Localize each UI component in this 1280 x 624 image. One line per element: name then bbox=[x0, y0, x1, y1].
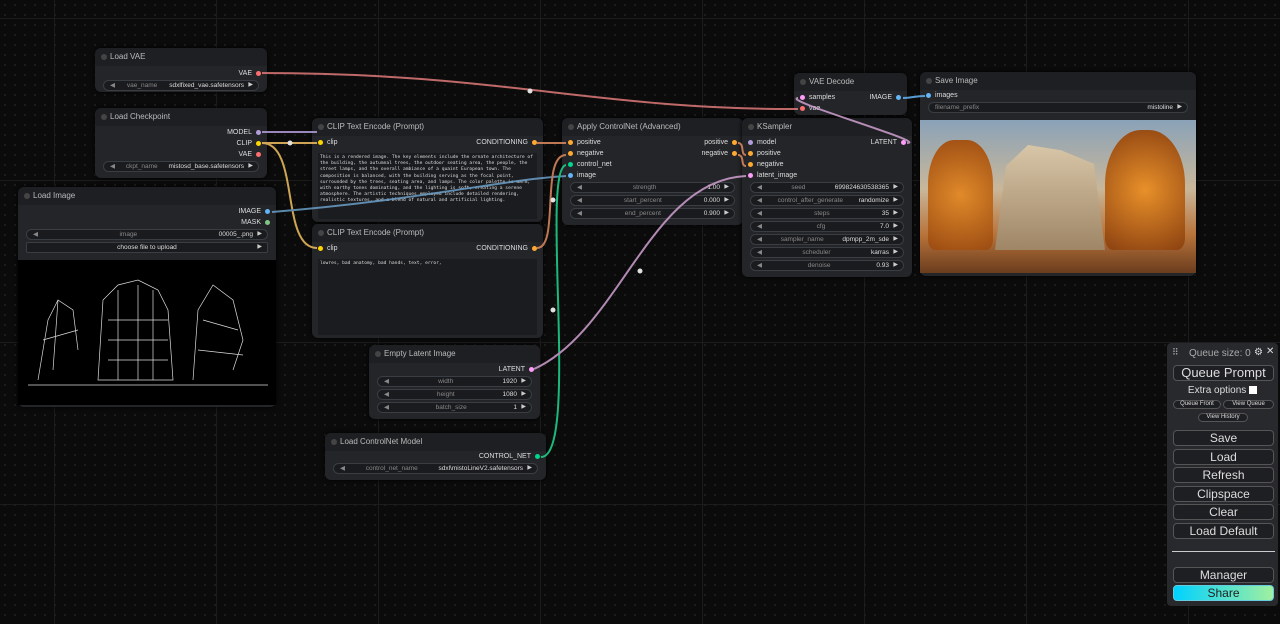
node-title: CLIP Text Encode (Prompt) bbox=[312, 118, 543, 136]
height-widget[interactable]: ◀ height 1080 bbox=[377, 389, 532, 400]
node-save-image[interactable]: Save Image images filename_prefix mistoli… bbox=[920, 72, 1196, 276]
node-title: Load VAE bbox=[95, 48, 267, 66]
node-empty-latent-image[interactable]: Empty Latent Image LATENT ◀ width1920 ◀ … bbox=[369, 345, 540, 419]
input-negative[interactable]: negative bbox=[748, 161, 783, 168]
output-conditioning[interactable]: CONDITIONING bbox=[476, 139, 537, 146]
save-button[interactable]: Save bbox=[1173, 430, 1274, 446]
width-widget[interactable]: ◀ width 1920 bbox=[377, 376, 532, 387]
negative-prompt-textarea[interactable]: lowres, bad anatomy, bad hands, text, er… bbox=[318, 259, 537, 335]
output-image[interactable]: IMAGE bbox=[869, 94, 901, 101]
end-percent-widget[interactable]: ◀ end_percent 0.900 bbox=[570, 208, 735, 219]
strength-widget[interactable]: ◀ strength 1.00 bbox=[570, 182, 735, 193]
input-vae[interactable]: vae bbox=[800, 105, 820, 112]
input-control-net[interactable]: control_net bbox=[568, 161, 612, 168]
extra-options-checkbox[interactable] bbox=[1249, 386, 1258, 395]
input-negative[interactable]: negative bbox=[568, 150, 603, 157]
extra-options: Extra options bbox=[1167, 385, 1278, 396]
output-vae[interactable]: VAE bbox=[239, 70, 261, 77]
image-widget[interactable]: ◀ image 00005_.png bbox=[26, 229, 268, 240]
output-clip[interactable]: CLIP bbox=[236, 140, 261, 147]
view-queue-button[interactable]: View Queue bbox=[1223, 400, 1274, 409]
wire-vae bbox=[261, 72, 799, 111]
output-conditioning[interactable]: CONDITIONING bbox=[476, 245, 537, 252]
node-load-vae[interactable]: Load VAE VAE ◀ vae_name sdxlfixed_vae.saf… bbox=[95, 48, 267, 92]
cfg-widget[interactable]: ◀ cfg 7.0 bbox=[750, 221, 904, 232]
load-default-button[interactable]: Load Default bbox=[1173, 523, 1274, 539]
output-negative[interactable]: negative bbox=[702, 150, 737, 157]
lineart-preview bbox=[18, 260, 276, 405]
input-clip[interactable]: clip bbox=[318, 139, 338, 146]
node-apply-controlnet[interactable]: Apply ControlNet (Advanced) positive neg… bbox=[562, 118, 743, 225]
output-image[interactable]: IMAGE bbox=[238, 208, 270, 215]
node-load-image[interactable]: Load Image IMAGE MASK ◀ image 00005_.png … bbox=[18, 187, 276, 407]
node-title: KSampler bbox=[742, 118, 912, 136]
node-title: Load ControlNet Model bbox=[325, 433, 546, 451]
divider bbox=[1172, 551, 1275, 552]
output-vae[interactable]: VAE bbox=[239, 151, 261, 158]
start-percent-widget[interactable]: ◀ start_percent 0.000 bbox=[570, 195, 735, 206]
extra-options-label: Extra options bbox=[1187, 385, 1247, 396]
queue-front-button[interactable]: Queue Front bbox=[1173, 400, 1221, 409]
input-positive[interactable]: positive bbox=[568, 139, 601, 146]
node-clip-text-encode-positive[interactable]: CLIP Text Encode (Prompt) clip CONDITION… bbox=[312, 118, 543, 222]
clear-button[interactable]: Clear bbox=[1173, 504, 1274, 520]
denoise-widget[interactable]: ◀ denoise 0.93 bbox=[750, 260, 904, 271]
share-button[interactable]: Share bbox=[1173, 585, 1274, 601]
seed-widget[interactable]: ◀ seed 699824630538365 bbox=[750, 182, 904, 193]
queue-menu-panel: ⠿ Queue size: 0 ⚙ ✕ Queue Prompt Extra o… bbox=[1167, 343, 1278, 606]
node-title: Save Image bbox=[920, 72, 1196, 90]
upload-button[interactable]: choose file to upload bbox=[26, 242, 268, 253]
input-images[interactable]: images bbox=[926, 92, 958, 99]
node-title: Apply ControlNet (Advanced) bbox=[562, 118, 743, 136]
node-ksampler[interactable]: KSampler model positive negative latent_… bbox=[742, 118, 912, 277]
input-clip[interactable]: clip bbox=[318, 245, 338, 252]
steps-widget[interactable]: ◀ steps 35 bbox=[750, 208, 904, 219]
input-positive[interactable]: positive bbox=[748, 150, 781, 157]
output-control-net[interactable]: CONTROL_NET bbox=[479, 453, 540, 460]
node-vae-decode[interactable]: VAE Decode samples vae IMAGE bbox=[794, 73, 907, 115]
control-net-name-widget[interactable]: ◀ control_net_name sdxl\mistoLineV2.safet… bbox=[333, 463, 538, 474]
sampler-name-widget[interactable]: ◀ sampler_name dpmpp_2m_sde bbox=[750, 234, 904, 245]
scheduler-widget[interactable]: ◀ scheduler karras bbox=[750, 247, 904, 258]
refresh-button[interactable]: Refresh bbox=[1173, 467, 1274, 483]
node-load-controlnet-model[interactable]: Load ControlNet Model CONTROL_NET ◀ cont… bbox=[325, 433, 546, 480]
output-image-preview bbox=[920, 120, 1196, 273]
queue-prompt-button[interactable]: Queue Prompt bbox=[1173, 365, 1274, 381]
output-latent[interactable]: LATENT bbox=[499, 366, 534, 373]
load-button[interactable]: Load bbox=[1173, 449, 1274, 465]
input-samples[interactable]: samples bbox=[800, 94, 835, 101]
node-clip-text-encode-negative[interactable]: CLIP Text Encode (Prompt) clip CONDITION… bbox=[312, 224, 543, 338]
close-icon[interactable]: ✕ bbox=[1266, 346, 1274, 357]
output-model[interactable]: MODEL bbox=[227, 129, 261, 136]
queue-size-label: Queue size: 0 bbox=[1189, 348, 1251, 359]
input-model[interactable]: model bbox=[748, 139, 776, 146]
control-after-generate-widget[interactable]: ◀ control_after_generate randomize bbox=[750, 195, 904, 206]
output-latent[interactable]: LATENT bbox=[871, 139, 906, 146]
drag-handle-icon[interactable]: ⠿ bbox=[1172, 347, 1179, 358]
vae-name-widget[interactable]: ◀ vae_name sdxlfixed_vae.safetensors bbox=[103, 80, 259, 91]
clipspace-button[interactable]: Clipspace bbox=[1173, 486, 1274, 502]
batch-size-widget[interactable]: ◀ batch_size 1 bbox=[377, 402, 532, 413]
manager-button[interactable]: Manager bbox=[1173, 567, 1274, 583]
input-latent-image[interactable]: latent_image bbox=[748, 172, 797, 179]
node-title: Empty Latent Image bbox=[369, 345, 540, 363]
settings-gear-icon[interactable]: ⚙ bbox=[1254, 347, 1263, 358]
output-mask[interactable]: MASK bbox=[241, 219, 270, 226]
node-title: VAE Decode bbox=[794, 73, 907, 91]
prompt-textarea[interactable]: This is a rendered image. The key elemen… bbox=[318, 153, 537, 219]
output-positive[interactable]: positive bbox=[704, 139, 737, 146]
node-title: Load Image bbox=[18, 187, 276, 205]
node-load-checkpoint[interactable]: Load Checkpoint MODEL CLIP VAE ◀ ckpt_na… bbox=[95, 108, 267, 178]
ckpt-name-widget[interactable]: ◀ ckpt_name mistosd_base.safetensors bbox=[103, 161, 259, 172]
view-history-button[interactable]: View History bbox=[1198, 413, 1248, 422]
node-title: CLIP Text Encode (Prompt) bbox=[312, 224, 543, 242]
input-image[interactable]: image bbox=[568, 172, 596, 179]
filename-prefix-widget[interactable]: filename_prefix mistoline bbox=[928, 102, 1188, 113]
node-title: Load Checkpoint bbox=[95, 108, 267, 126]
